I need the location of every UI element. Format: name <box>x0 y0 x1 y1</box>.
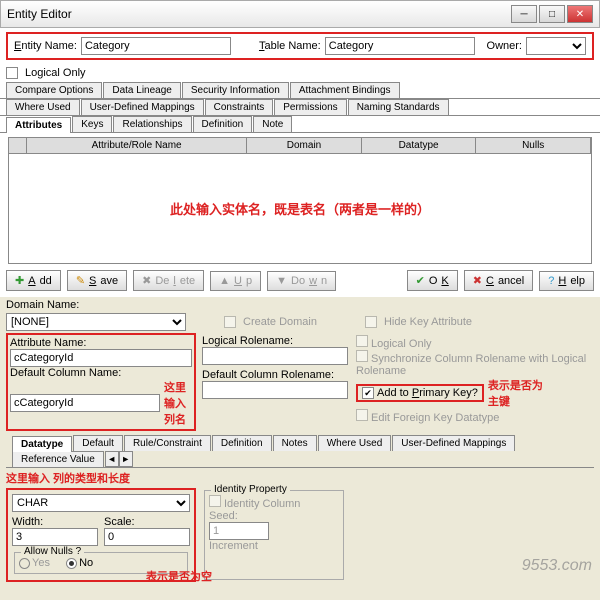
width-label: Width: <box>12 516 98 528</box>
help-button[interactable]: ?Help <box>539 271 594 291</box>
attribute-grid-body[interactable]: 此处输入实体名，既是表名（两者是一样的） <box>8 154 592 264</box>
hide-key-checkbox <box>365 316 377 328</box>
col-attribute-role: Attribute/Role Name <box>27 138 247 153</box>
identity-column-label: Identity Column <box>224 498 300 510</box>
tab-ref-value[interactable]: Reference Value <box>12 451 104 467</box>
datatype-select[interactable]: CHAR <box>12 494 190 512</box>
scale-label: Scale: <box>104 516 190 528</box>
logical-only-checkbox[interactable] <box>6 67 18 79</box>
scale-input[interactable] <box>104 528 190 546</box>
annotation-column-name: 这里输入列名 <box>164 379 192 427</box>
hide-key-label: Hide Key Attribute <box>384 316 472 328</box>
col-datatype: Datatype <box>362 138 477 153</box>
allow-nulls-no-radio[interactable] <box>66 558 77 569</box>
watermark: 9553.com <box>522 557 592 575</box>
logical-rolename-label: Logical Rolename: <box>202 335 348 347</box>
col-domain: Domain <box>247 138 362 153</box>
identity-property-label: Identity Property <box>211 484 290 495</box>
entity-name-label: EEntity Name:ntity Name: <box>14 40 77 52</box>
allow-nulls-label: Allow Nulls ? <box>21 546 84 557</box>
attribute-name-input[interactable] <box>10 349 192 367</box>
tab-note[interactable]: Note <box>253 116 292 132</box>
tab-user-defined-mappings[interactable]: User-Defined Mappings <box>81 99 204 115</box>
down-button[interactable]: ▼Down <box>267 271 336 291</box>
logical-only-attr-checkbox <box>356 335 368 347</box>
tabs-row2: Where Used User-Defined Mappings Constra… <box>0 99 600 116</box>
attribute-name-label: Attribute Name: <box>10 337 192 349</box>
table-name-input[interactable] <box>325 37 475 55</box>
tab-datatype[interactable]: Datatype <box>12 436 72 452</box>
tab-udm2[interactable]: User-Defined Mappings <box>392 435 515 451</box>
minimize-button[interactable]: ─ <box>511 5 537 23</box>
tabs-scroll-left[interactable]: ◄ <box>105 451 119 467</box>
col-nulls: Nulls <box>476 138 591 153</box>
owner-select[interactable] <box>526 37 586 55</box>
tabs-datatype-row: Datatype Default Rule/Constraint Definit… <box>6 435 594 468</box>
seed-input <box>209 522 269 540</box>
logical-rolename-input[interactable] <box>202 347 348 365</box>
default-column-name-label: Default Column Name: <box>10 367 192 379</box>
yes-label: Yes <box>32 557 50 569</box>
logical-only-attr-label: Logical Only <box>371 338 432 350</box>
annotation-datatype: 这里输入 列的类型和长度 <box>6 468 594 488</box>
tab-naming-standards[interactable]: Naming Standards <box>348 99 449 115</box>
tab-attributes[interactable]: Attributes <box>6 117 71 133</box>
save-button[interactable]: ✎Save <box>67 270 127 291</box>
no-label: No <box>79 557 93 569</box>
close-button[interactable]: ✕ <box>567 5 593 23</box>
increment-label: Increment <box>209 540 339 552</box>
tab-default[interactable]: Default <box>73 435 123 451</box>
add-to-pk-label: Add to Primary Key? <box>377 387 478 399</box>
tab-definition2[interactable]: Definition <box>212 435 272 451</box>
tab-attachment-bindings[interactable]: Attachment Bindings <box>290 82 400 98</box>
tab-rule-constraint[interactable]: Rule/Constraint <box>124 435 211 451</box>
tab-keys[interactable]: Keys <box>72 116 112 132</box>
add-button[interactable]: ✚AAdddd <box>6 270 61 291</box>
edit-fk-checkbox <box>356 409 368 421</box>
maximize-button[interactable]: □ <box>539 5 565 23</box>
tab-security-info[interactable]: Security Information <box>182 82 289 98</box>
tab-where-used[interactable]: Where Used <box>6 99 80 115</box>
domain-name-label: Domain Name: <box>6 299 594 311</box>
annotation-entity-name: 此处输入实体名，既是表名（两者是一样的） <box>170 199 430 218</box>
tab-data-lineage[interactable]: Data Lineage <box>103 82 181 98</box>
tab-definition[interactable]: Definition <box>193 116 253 132</box>
sync-rolename-checkbox <box>356 350 368 362</box>
allow-nulls-yes-radio[interactable] <box>19 558 30 569</box>
create-domain-checkbox <box>224 316 236 328</box>
tabs-scroll-right[interactable]: ► <box>119 451 133 467</box>
default-column-name-input[interactable] <box>10 394 160 412</box>
tab-relationships[interactable]: Relationships <box>113 116 191 132</box>
tabs-row1: Compare Options Data Lineage Security In… <box>0 82 600 99</box>
default-column-rolename-input[interactable] <box>202 381 348 399</box>
domain-name-select[interactable]: [NONE] <box>6 313 186 331</box>
annotation-pk: 表示是否为主键 <box>488 377 543 409</box>
tabs-row3: Attributes Keys Relationships Definition… <box>0 116 600 133</box>
table-name-label: Table Name: <box>259 40 321 52</box>
up-button[interactable]: ▲Up <box>210 271 261 291</box>
seed-label: Seed: <box>209 510 339 522</box>
tab-constraints[interactable]: Constraints <box>205 99 274 115</box>
cancel-button[interactable]: ✖Cancel <box>464 270 533 291</box>
delete-button[interactable]: ✖Delete <box>133 270 204 291</box>
window-title: Entity Editor <box>7 7 72 21</box>
tab-notes[interactable]: Notes <box>273 435 317 451</box>
tab-compare-options[interactable]: Compare Options <box>6 82 102 98</box>
sync-rolename-label: Synchronize Column Rolename with Logical… <box>356 353 586 377</box>
tab-where-used2[interactable]: Where Used <box>318 435 392 451</box>
add-to-pk-checkbox[interactable]: ✔ <box>362 387 374 399</box>
edit-fk-label: Edit Foreign Key Datatype <box>371 412 499 424</box>
tab-permissions[interactable]: Permissions <box>274 99 346 115</box>
default-column-rolename-label: Default Column Rolename: <box>202 369 348 381</box>
logical-only-label: Logical Only <box>25 67 86 79</box>
width-input[interactable] <box>12 528 98 546</box>
owner-label: Owner: <box>487 40 522 52</box>
identity-column-checkbox <box>209 495 221 507</box>
ok-button[interactable]: ✔OK <box>407 270 458 291</box>
attribute-grid-header: Attribute/Role Name Domain Datatype Null… <box>8 137 592 154</box>
entity-name-input[interactable] <box>81 37 231 55</box>
create-domain-label: Create Domain <box>243 316 317 328</box>
